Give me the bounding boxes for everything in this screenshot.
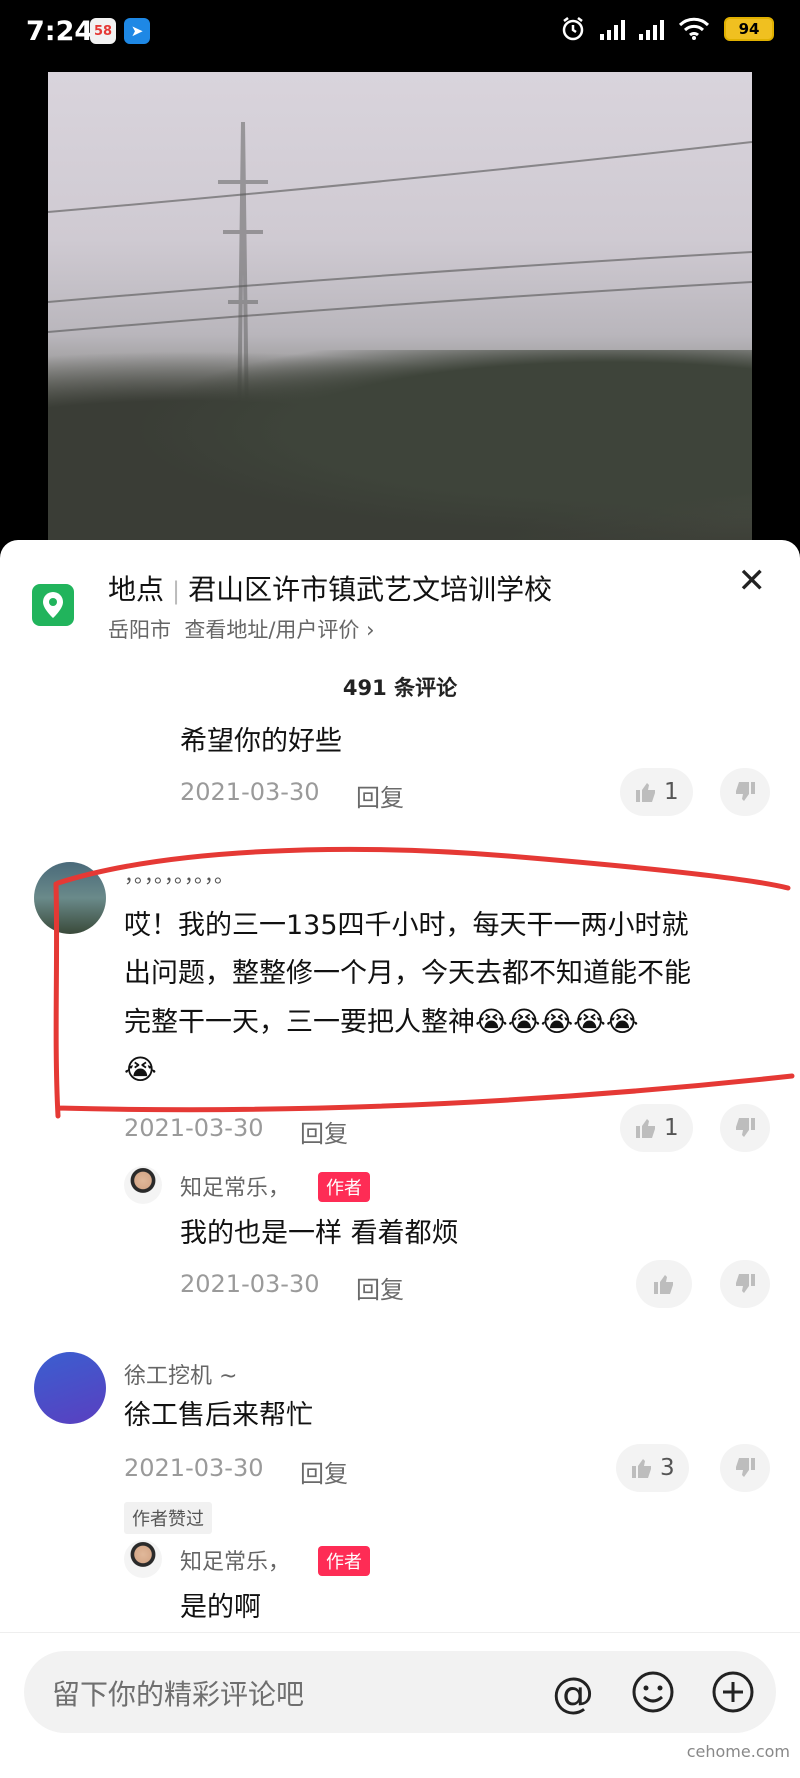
- add-icon[interactable]: [708, 1667, 758, 1717]
- like-button[interactable]: 1: [620, 768, 693, 816]
- location-pin-icon[interactable]: [32, 584, 74, 626]
- avatar[interactable]: [124, 1166, 162, 1204]
- trees-image: [48, 350, 752, 550]
- avatar[interactable]: [34, 1352, 106, 1424]
- reply-text: 是的啊: [180, 1592, 261, 1623]
- thumbs-down-icon: [736, 1274, 755, 1293]
- status-time: 7:24: [26, 16, 94, 47]
- signal-hd-icon: [639, 18, 664, 40]
- telegram-icon: ➤: [124, 18, 150, 44]
- author-tag: 作者: [318, 1172, 370, 1202]
- thumbs-down-icon: [736, 782, 755, 801]
- battery-icon: 94: [724, 17, 774, 41]
- author-tag: 作者: [318, 1546, 370, 1576]
- comment-count: 491 条评论: [342, 676, 458, 700]
- status-bar: 7:24 58 ➤ 94: [0, 0, 800, 68]
- reply-author-name[interactable]: 知足常乐，: [180, 1170, 290, 1202]
- reply-date: 2021-03-30: [180, 1270, 320, 1298]
- like-button[interactable]: 3: [616, 1444, 689, 1492]
- thumbs-down-icon: [736, 1458, 755, 1477]
- watermark: cehome.com: [686, 1742, 790, 1761]
- location-label: 地点: [108, 573, 165, 606]
- location-link[interactable]: 查看地址/用户评价 ›: [184, 618, 374, 642]
- power-lines-image: [48, 141, 752, 333]
- like-count: 1: [664, 779, 679, 805]
- thumbs-up-icon: [636, 783, 655, 802]
- like-count: 3: [660, 1455, 675, 1481]
- comment-input[interactable]: 留下你的精彩评论吧 @: [24, 1651, 776, 1733]
- dislike-button[interactable]: [720, 1260, 770, 1308]
- like-button[interactable]: [636, 1260, 692, 1308]
- alarm-icon: [562, 17, 584, 41]
- comment-text: 徐工售后来帮忙: [124, 1400, 313, 1431]
- thumbs-up-icon: [654, 1275, 673, 1294]
- reply-button[interactable]: 回复: [356, 778, 404, 813]
- location-title[interactable]: 地点 | 君山区许市镇武艺文培训学校: [108, 568, 552, 608]
- input-placeholder: 留下你的精彩评论吧: [52, 1678, 305, 1711]
- divider: |: [172, 577, 181, 605]
- comments-panel: 地点 | 君山区许市镇武艺文培训学校 岳阳市 查看地址/用户评价 › ✕ 491 条…: [0, 540, 800, 1778]
- dislike-button[interactable]: [720, 768, 770, 816]
- comment-text: 希望你的好些: [180, 726, 342, 757]
- comment-date: 2021-03-30: [180, 778, 320, 806]
- video-frame[interactable]: [48, 72, 752, 550]
- wifi-icon: [678, 17, 710, 40]
- comment-input-bar: 留下你的精彩评论吧 @: [0, 1632, 800, 1778]
- highlight-annotation: [53, 846, 795, 1119]
- avatar[interactable]: [124, 1540, 162, 1578]
- reply-button[interactable]: 回复: [356, 1270, 404, 1305]
- signal-icon: [600, 18, 625, 40]
- comment-date: 2021-03-30: [124, 1454, 264, 1482]
- location-name: 君山区许市镇武艺文培训学校: [188, 573, 553, 606]
- comment-author-name[interactable]: 徐工挖机 ~: [124, 1358, 237, 1390]
- reply-author-name[interactable]: 知足常乐，: [180, 1544, 290, 1576]
- dislike-button[interactable]: [720, 1444, 770, 1492]
- emoji-icon[interactable]: [628, 1667, 678, 1717]
- video-player[interactable]: [0, 68, 800, 550]
- home-indicator[interactable]: [250, 1760, 550, 1766]
- reply-text: 我的也是一样 看着都烦: [180, 1218, 459, 1249]
- mention-icon[interactable]: @: [548, 1667, 598, 1717]
- location-city: 岳阳市: [108, 618, 171, 642]
- author-liked-tag: 作者赞过: [124, 1502, 212, 1534]
- reply-button[interactable]: 回复: [300, 1454, 348, 1489]
- thumbs-up-icon: [632, 1459, 651, 1478]
- app-58-icon: 58: [90, 18, 116, 44]
- location-subtitle[interactable]: 岳阳市 查看地址/用户评价 ›: [108, 614, 375, 644]
- close-icon[interactable]: ✕: [738, 564, 767, 598]
- status-icons: 94: [560, 16, 774, 42]
